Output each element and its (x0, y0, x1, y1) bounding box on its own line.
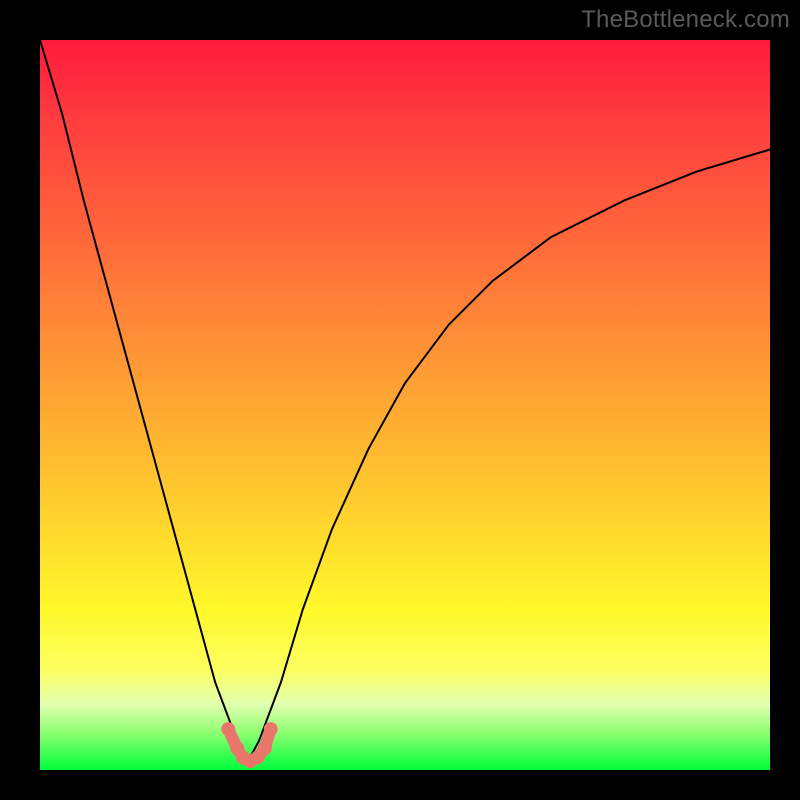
watermark-text: TheBottleneck.com (581, 6, 790, 34)
chart-plot-area (40, 40, 770, 770)
optimal-range-marker-dot (221, 722, 235, 736)
optimal-range-marker-dot (258, 741, 272, 755)
bottleneck-curve (40, 40, 770, 761)
bottleneck-chart-svg (40, 40, 770, 770)
optimal-range-marker-dot (264, 722, 278, 736)
